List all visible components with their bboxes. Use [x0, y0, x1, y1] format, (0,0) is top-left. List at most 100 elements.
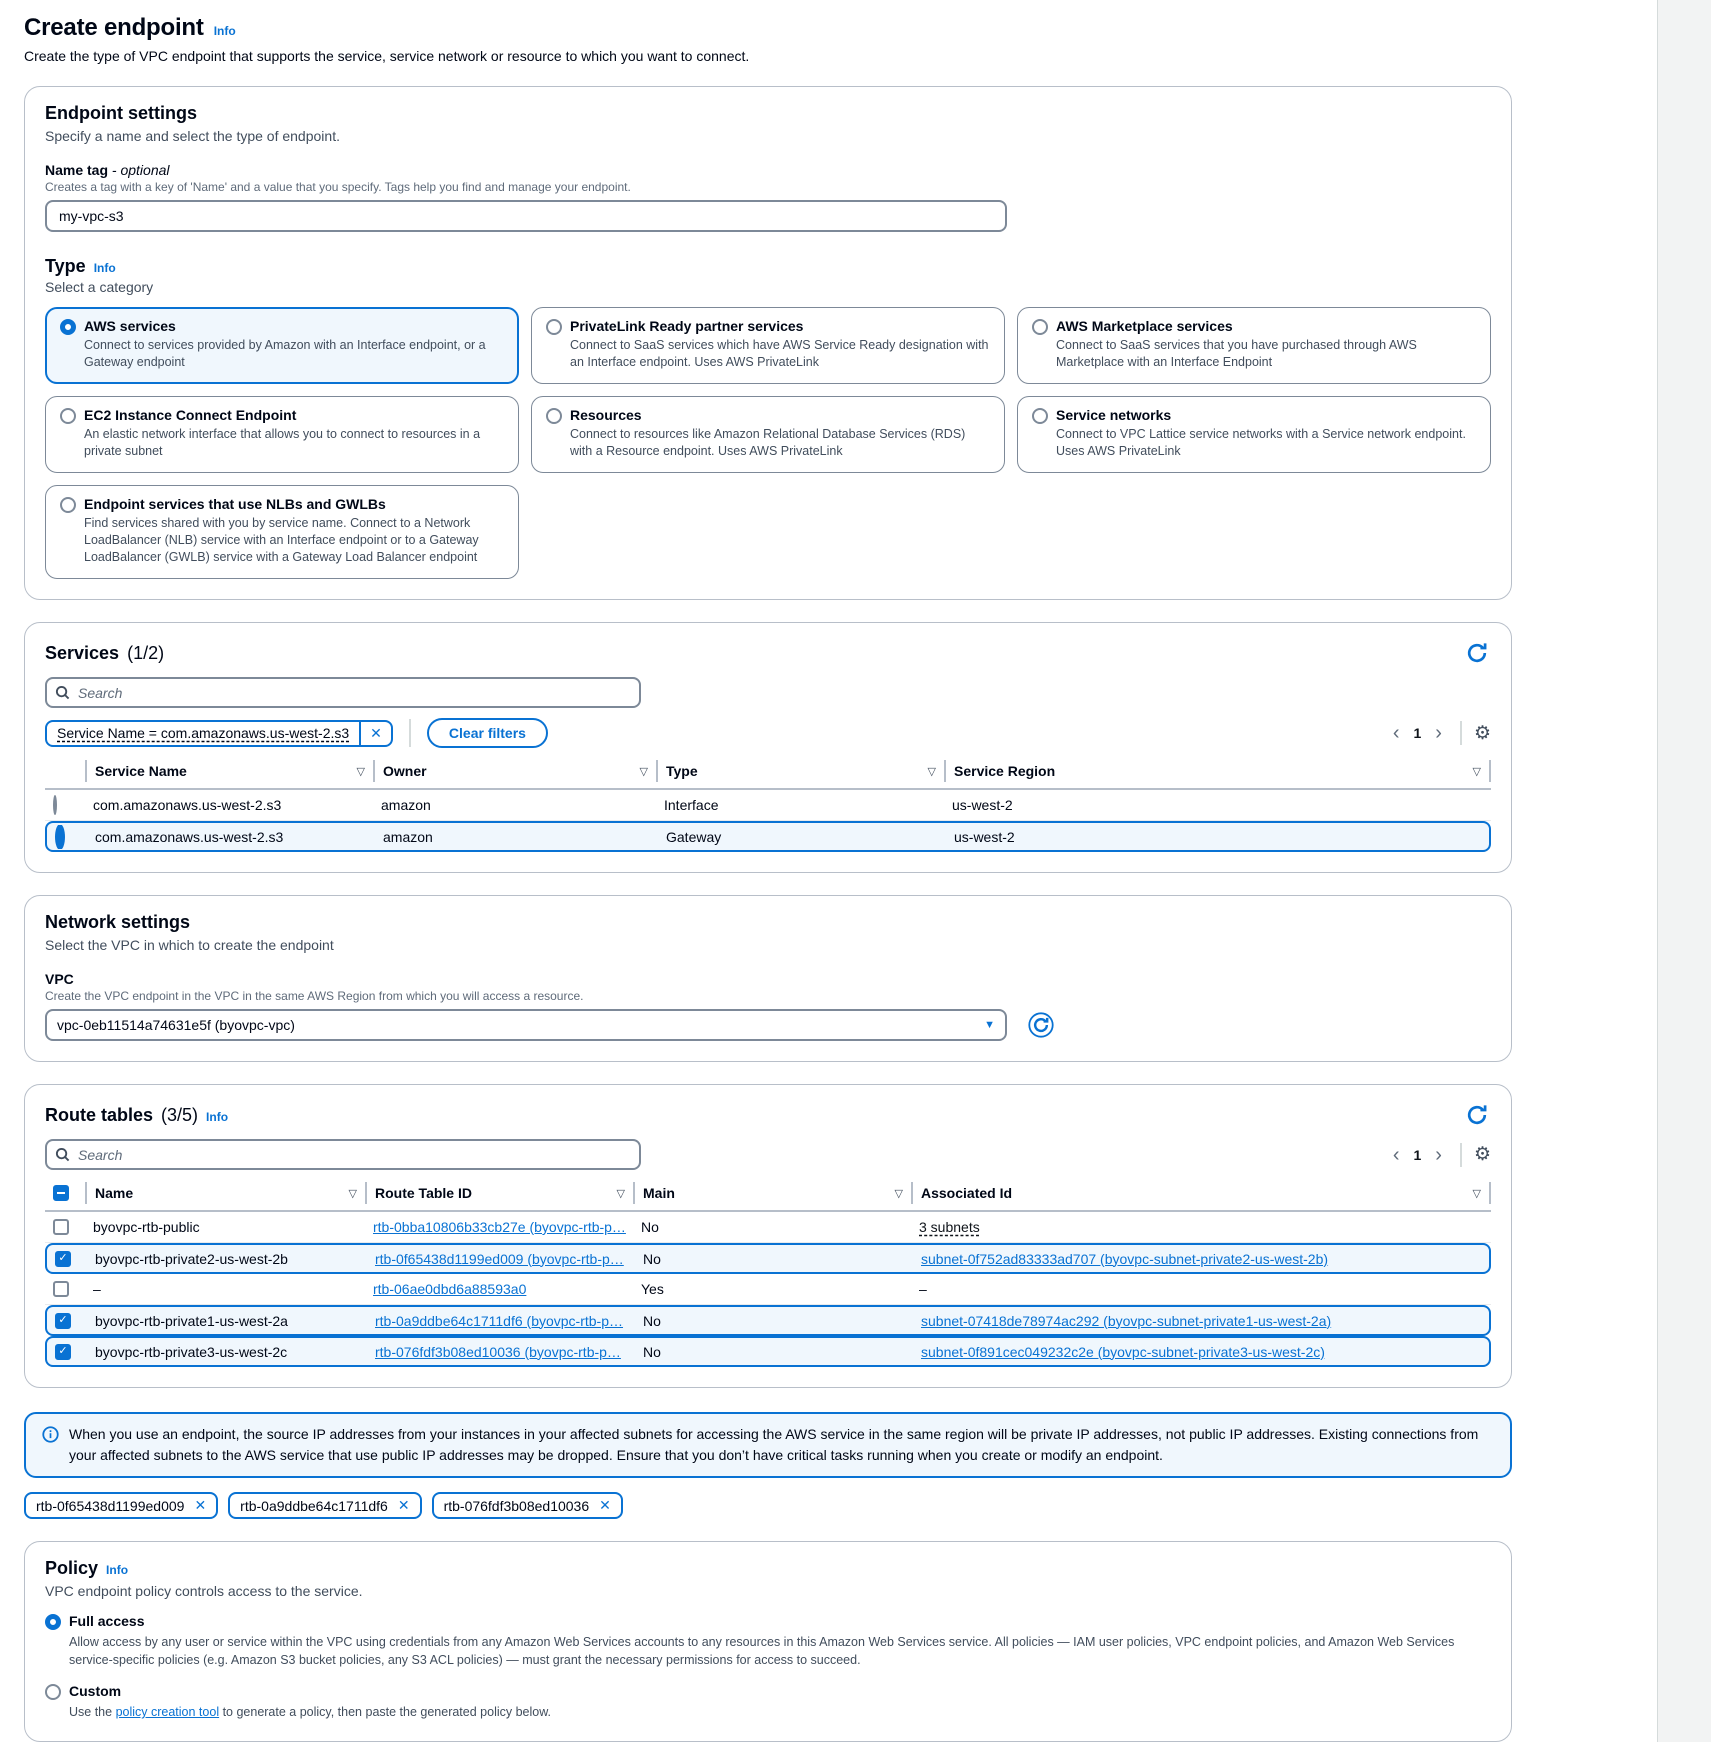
route-tables-search[interactable]: [45, 1139, 641, 1170]
collapsed-side-panel[interactable]: [1657, 0, 1711, 1742]
row-checkbox-checked[interactable]: [55, 1313, 71, 1329]
token-remove-icon[interactable]: ✕: [194, 1497, 206, 1514]
column-header-name[interactable]: Name▽: [85, 1182, 365, 1204]
sort-icon[interactable]: ▽: [1467, 1187, 1481, 1200]
radio-icon[interactable]: [1032, 319, 1048, 335]
policy-info-link[interactable]: Info: [106, 1563, 128, 1577]
vpc-refresh-button[interactable]: [1027, 1011, 1055, 1039]
services-preferences-gear-icon[interactable]: ⚙: [1474, 722, 1491, 745]
select-all-checkbox[interactable]: [53, 1185, 69, 1201]
row-checkbox[interactable]: [53, 1219, 69, 1235]
filter-chip-label[interactable]: Service Name = com.amazonaws.us-west-2.s…: [47, 722, 359, 744]
filter-chip-remove-icon[interactable]: ✕: [359, 722, 391, 745]
radio-selected-icon[interactable]: [55, 825, 65, 849]
tile-privatelink-partner-services[interactable]: PrivateLink Ready partner services Conne…: [531, 307, 1005, 384]
column-header-service-region[interactable]: Service Region▽: [944, 760, 1491, 782]
token-remove-icon[interactable]: ✕: [599, 1497, 611, 1514]
route-tables-title: Route tables: [45, 1105, 153, 1126]
sort-icon[interactable]: ▽: [634, 765, 648, 778]
services-search[interactable]: [45, 677, 641, 708]
route-table-row-private2[interactable]: byovpc-rtb-private2-us-west-2b rtb-0f654…: [45, 1243, 1491, 1274]
radio-icon[interactable]: [60, 408, 76, 424]
route-tables-info-link[interactable]: Info: [206, 1110, 228, 1124]
sort-icon[interactable]: ▽: [889, 1187, 903, 1200]
column-header-service-name[interactable]: Service Name▽: [85, 760, 373, 782]
associated-subnet-link[interactable]: subnet-0f752ad83333ad707 (byovpc-subnet-…: [921, 1251, 1328, 1267]
services-title: Services: [45, 643, 119, 664]
column-header-owner[interactable]: Owner▽: [373, 760, 656, 782]
tile-aws-marketplace-services[interactable]: AWS Marketplace services Connect to SaaS…: [1017, 307, 1491, 384]
next-page-icon[interactable]: ›: [1429, 1145, 1448, 1165]
vpc-select[interactable]: vpc-0eb11514a74631e5f (byovpc-vpc) ▼: [45, 1009, 1007, 1041]
tile-aws-services[interactable]: AWS services Connect to services provide…: [45, 307, 519, 384]
previous-page-icon[interactable]: ‹: [1387, 723, 1406, 743]
selected-route-table-tokens: rtb-0f65438d1199ed009 ✕ rtb-0a9ddbe64c17…: [24, 1492, 1512, 1519]
refresh-icon: [1465, 1103, 1489, 1127]
policy-creation-tool-link[interactable]: policy creation tool: [116, 1705, 220, 1719]
radio-icon[interactable]: [60, 497, 76, 513]
page-info-link[interactable]: Info: [214, 24, 236, 38]
type-info-link[interactable]: Info: [94, 261, 116, 275]
row-checkbox-checked[interactable]: [55, 1344, 71, 1360]
sort-icon[interactable]: ▽: [611, 1187, 625, 1200]
name-tag-help: Creates a tag with a key of 'Name' and a…: [45, 180, 1491, 194]
policy-option-full-access[interactable]: Full access: [45, 1613, 1491, 1630]
endpoint-settings-description: Specify a name and select the type of en…: [45, 128, 1491, 144]
radio-icon[interactable]: [1032, 408, 1048, 424]
route-tables-preferences-gear-icon[interactable]: ⚙: [1474, 1143, 1491, 1166]
radio-icon[interactable]: [546, 408, 562, 424]
name-tag-input[interactable]: [45, 200, 1007, 232]
route-tables-page-number[interactable]: 1: [1409, 1147, 1425, 1163]
route-table-row-main[interactable]: – rtb-06ae0dbd6a88593a0 Yes –: [45, 1274, 1491, 1305]
radio-icon[interactable]: [45, 1684, 61, 1700]
row-checkbox-checked[interactable]: [55, 1251, 71, 1267]
route-table-id-link[interactable]: rtb-0a9ddbe64c1711df6 (byovpc-rtb-p…: [375, 1313, 623, 1329]
services-search-input[interactable]: [76, 684, 631, 702]
column-header-main[interactable]: Main▽: [633, 1182, 911, 1204]
token-label: rtb-076fdf3b08ed10036: [444, 1498, 590, 1514]
policy-option-custom[interactable]: Custom: [45, 1683, 1491, 1700]
sort-icon[interactable]: ▽: [351, 765, 365, 778]
tile-resources[interactable]: Resources Connect to resources like Amaz…: [531, 396, 1005, 473]
tile-title: Service networks: [1056, 407, 1171, 423]
sort-icon[interactable]: ▽: [922, 765, 936, 778]
route-table-row-public[interactable]: byovpc-rtb-public rtb-0bba10806b33cb27e …: [45, 1212, 1491, 1243]
next-page-icon[interactable]: ›: [1429, 723, 1448, 743]
associated-subnets-popover[interactable]: 3 subnets: [919, 1219, 980, 1235]
tile-description: Connect to services provided by Amazon w…: [84, 337, 504, 371]
radio-icon[interactable]: [546, 319, 562, 335]
route-tables-refresh-button[interactable]: [1463, 1101, 1491, 1129]
route-tables-table: Name▽ Route Table ID▽ Main▽ Associated I…: [45, 1182, 1491, 1367]
route-table-id-link[interactable]: rtb-076fdf3b08ed10036 (byovpc-rtb-p…: [375, 1344, 621, 1360]
column-header-route-table-id[interactable]: Route Table ID▽: [365, 1182, 633, 1204]
route-table-id-link[interactable]: rtb-0f65438d1199ed009 (byovpc-rtb-p…: [375, 1251, 624, 1267]
route-table-row-private3[interactable]: byovpc-rtb-private3-us-west-2c rtb-076fd…: [45, 1336, 1491, 1367]
sort-icon[interactable]: ▽: [343, 1187, 357, 1200]
main-cell: No: [635, 1247, 913, 1271]
route-table-id-link[interactable]: rtb-06ae0dbd6a88593a0: [373, 1281, 526, 1297]
services-page-number[interactable]: 1: [1409, 725, 1425, 741]
tile-endpoint-services-nlb-gwlb[interactable]: Endpoint services that use NLBs and GWLB…: [45, 485, 519, 579]
row-checkbox[interactable]: [53, 1281, 69, 1297]
previous-page-icon[interactable]: ‹: [1387, 1145, 1406, 1165]
radio-selected-icon[interactable]: [45, 1614, 61, 1630]
radio-icon[interactable]: [53, 795, 57, 815]
route-table-id-link[interactable]: rtb-0bba10806b33cb27e (byovpc-rtb-p…: [373, 1219, 626, 1235]
full-access-label: Full access: [69, 1613, 145, 1629]
service-row-interface[interactable]: com.amazonaws.us-west-2.s3 amazon Interf…: [45, 790, 1491, 821]
tile-ec2-instance-connect[interactable]: EC2 Instance Connect Endpoint An elastic…: [45, 396, 519, 473]
radio-selected-icon[interactable]: [60, 319, 76, 335]
tile-service-networks[interactable]: Service networks Connect to VPC Lattice …: [1017, 396, 1491, 473]
column-header-type[interactable]: Type▽: [656, 760, 944, 782]
route-table-row-private1[interactable]: byovpc-rtb-private1-us-west-2a rtb-0a9dd…: [45, 1305, 1491, 1336]
route-tables-search-input[interactable]: [76, 1146, 631, 1164]
service-row-gateway[interactable]: com.amazonaws.us-west-2.s3 amazon Gatewa…: [45, 821, 1491, 852]
token-remove-icon[interactable]: ✕: [398, 1497, 410, 1514]
sort-icon[interactable]: ▽: [1467, 765, 1481, 778]
associated-subnet-link[interactable]: subnet-07418de78974ac292 (byovpc-subnet-…: [921, 1313, 1331, 1329]
clear-filters-button[interactable]: Clear filters: [427, 718, 548, 748]
column-header-associated-id[interactable]: Associated Id▽: [911, 1182, 1491, 1204]
services-refresh-button[interactable]: [1463, 639, 1491, 667]
associated-subnet-link[interactable]: subnet-0f891cec049232c2e (byovpc-subnet-…: [921, 1344, 1325, 1360]
services-count: (1/2): [127, 643, 164, 664]
